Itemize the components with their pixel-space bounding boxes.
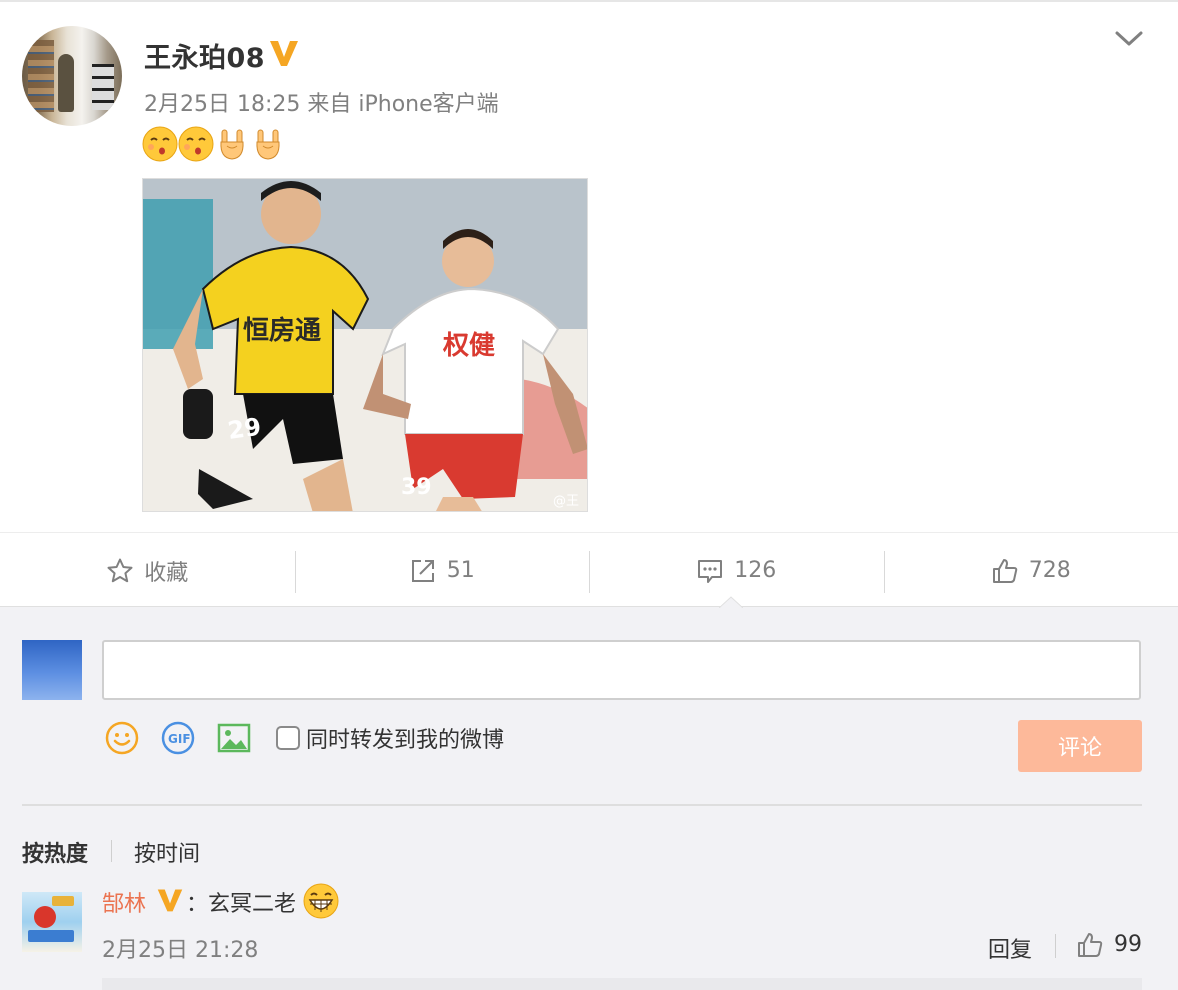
repost-checkbox-label[interactable]: 同时转发到我的微博: [306, 722, 504, 754]
sort-by-time-tab[interactable]: 按时间: [134, 836, 200, 868]
chevron-down-icon[interactable]: [1112, 26, 1146, 50]
white-jersey-sponsor: 权健: [442, 331, 495, 361]
kiss-face-icon: [142, 126, 178, 162]
thumbs-up-icon[interactable]: [1076, 931, 1104, 959]
comment-action-separator: [1055, 934, 1056, 958]
commenter-name[interactable]: 郜林: [102, 886, 146, 918]
submit-comment-button[interactable]: 评论: [1018, 720, 1142, 772]
current-user-avatar[interactable]: [22, 640, 82, 700]
post-meta: 2月25日 18:25 来自 iPhone客户端: [144, 92, 499, 117]
comment-time: 2月25日 21:28: [102, 938, 259, 963]
avatar-bookshelf: [28, 40, 54, 112]
football-players-illustration: 29 恒房通 权健 39 @王: [143, 179, 587, 511]
comment-input[interactable]: [102, 640, 1141, 700]
kiss-face-icon: [178, 126, 214, 162]
rock-hand-icon: [256, 129, 280, 160]
avatar-sign: [52, 896, 74, 906]
yellow-jersey-sponsor: 恒房通: [243, 316, 321, 346]
commenter-avatar[interactable]: [22, 892, 82, 952]
like-count: 728: [1028, 558, 1071, 583]
comment-text: 玄冥二老: [208, 892, 297, 917]
favorite-label: 收藏: [144, 560, 189, 586]
share-icon: [411, 559, 434, 582]
active-tab-caret: [719, 596, 743, 608]
avatar-figure: [34, 906, 56, 928]
photo-watermark: @王: [553, 494, 579, 509]
avatar-person: [58, 54, 74, 112]
sort-separator: [111, 840, 112, 862]
post-action-bar: 收藏 51 126 728: [0, 532, 1178, 608]
image-icon[interactable]: [216, 720, 252, 756]
reply-preview-box: [102, 978, 1142, 990]
repost-checkbox[interactable]: [276, 726, 300, 750]
avatar-banner: [28, 930, 74, 942]
white-jersey-number: 39: [401, 475, 432, 500]
weibo-post-card: 王永珀08 2月25日 18:25 来自 iPhone客户端 29 恒房通 权健…: [0, 0, 1178, 606]
post-photo[interactable]: 29 恒房通 权健 39 @王: [142, 178, 588, 512]
svg-text:GIF: GIF: [168, 732, 191, 746]
author-name[interactable]: 王永珀08: [144, 36, 265, 75]
comment-count: 126: [734, 558, 777, 583]
author-avatar[interactable]: [22, 26, 122, 126]
like-button[interactable]: 728: [883, 533, 1178, 608]
sort-by-hot-tab[interactable]: 按热度: [22, 836, 88, 868]
comment-colon: ：: [186, 892, 209, 917]
thumbs-up-icon: [992, 558, 1017, 583]
grin-face-icon: [303, 883, 339, 919]
comment-icon: [698, 559, 723, 583]
emoji-face-icon[interactable]: [104, 720, 140, 756]
comment-like-count: 99: [1114, 932, 1142, 957]
star-icon: [107, 558, 133, 582]
gif-icon[interactable]: GIF: [160, 720, 196, 756]
avatar-shoe-rack: [92, 64, 114, 110]
favorite-button[interactable]: 收藏: [0, 533, 295, 608]
section-divider: [22, 804, 1142, 806]
verified-v-icon: [270, 41, 298, 66]
yellow-jersey-number: 29: [226, 413, 263, 445]
verified-v-icon: [157, 889, 183, 912]
repost-count: 51: [446, 558, 475, 583]
comment-reply-button[interactable]: 回复: [988, 932, 1032, 964]
repost-button[interactable]: 51: [294, 533, 590, 608]
rock-hand-icon: [220, 129, 244, 160]
post-emoji-text: [142, 126, 286, 164]
